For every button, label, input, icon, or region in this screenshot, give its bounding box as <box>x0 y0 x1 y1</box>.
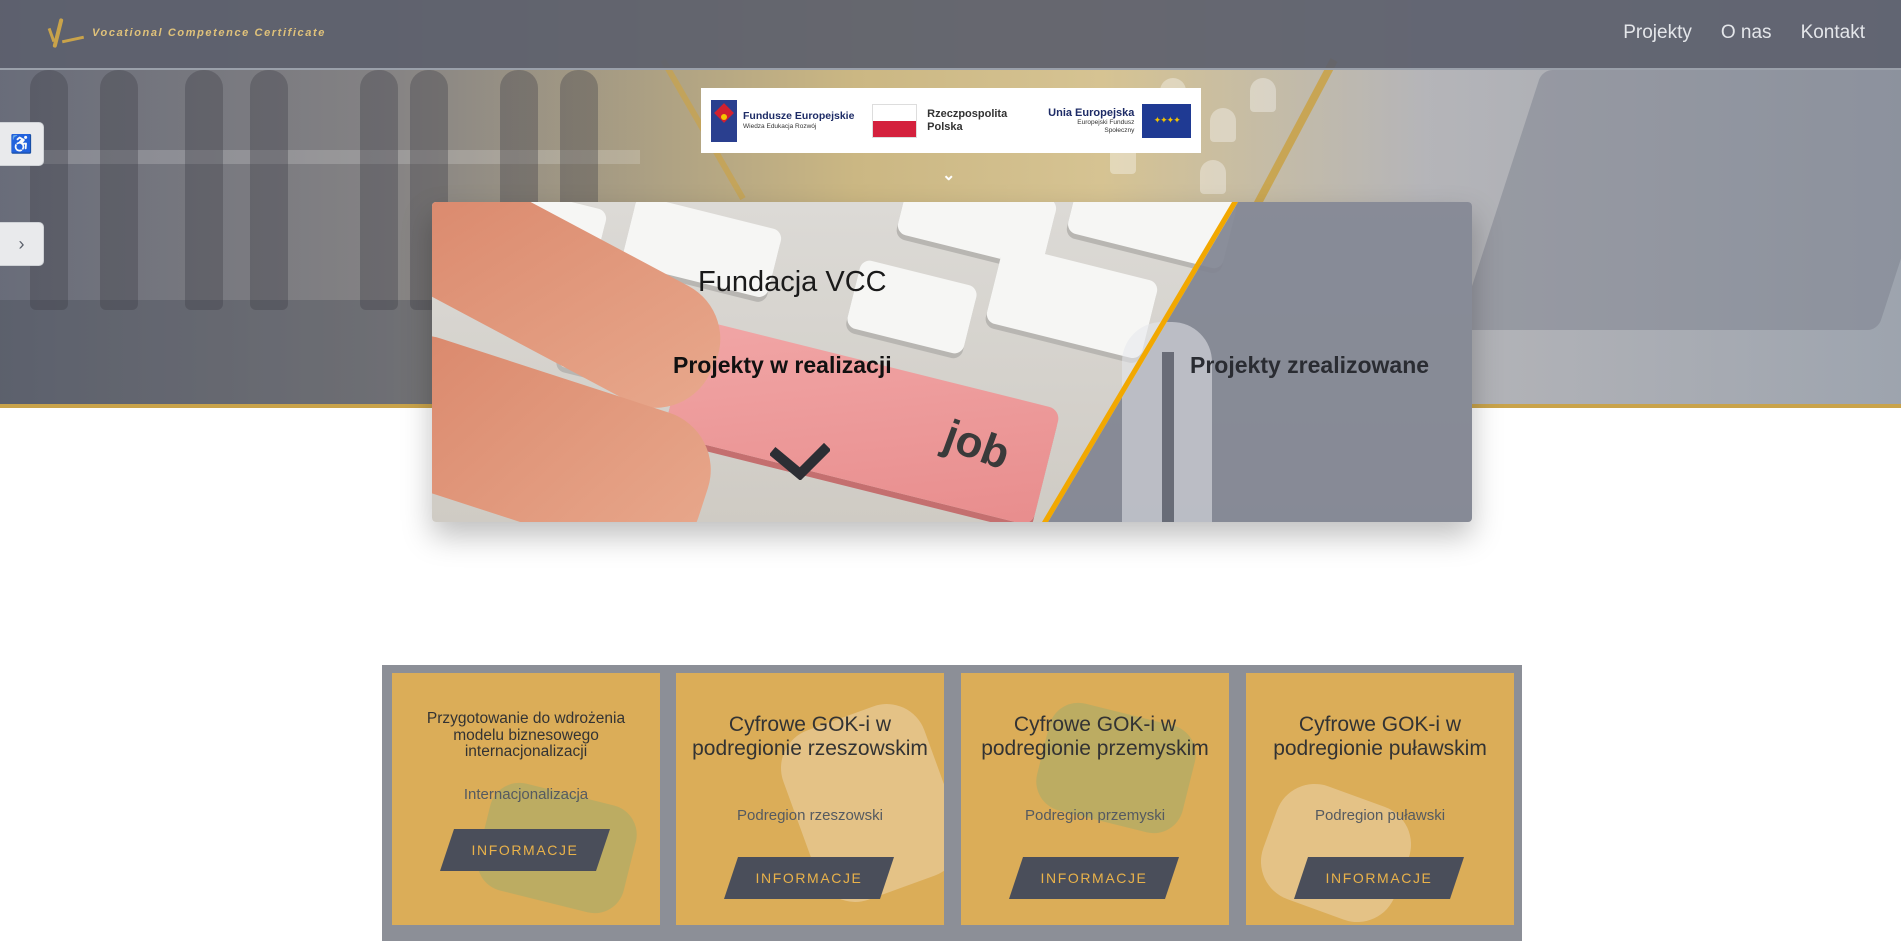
project-card-title: Cyfrowe GOK-i w podregionie rzeszowskim <box>692 713 928 760</box>
person-icon <box>1250 78 1276 112</box>
ue-subtitle: Europejski Fundusz Społeczny <box>1077 119 1135 134</box>
accessibility-button[interactable]: ♿ <box>0 122 44 166</box>
page: Vocational Competence Certificate Projek… <box>0 0 1901 941</box>
nav-item-kontakt[interactable]: Kontakt <box>1801 22 1865 44</box>
projects-in-progress-link[interactable]: Projekty w realizacji <box>673 352 892 379</box>
project-card[interactable]: Cyfrowe GOK-i w podregionie rzeszowskim … <box>676 673 944 925</box>
site-logo[interactable]: Vocational Competence Certificate <box>47 16 326 50</box>
navbar: Vocational Competence Certificate Projek… <box>0 0 1901 70</box>
presenter-tie <box>1162 352 1174 522</box>
fundusze-europejskie-logo: Fundusze Europejskie Wiedza Edukacja Roz… <box>711 99 857 142</box>
informacje-button[interactable]: INFORMACJE <box>440 829 610 871</box>
nav-item-o-nas[interactable]: O nas <box>1721 22 1772 44</box>
main-nav: Projekty O nas Kontakt <box>1623 22 1865 44</box>
polish-flag-icon <box>872 103 918 138</box>
hero-legs <box>250 70 288 310</box>
project-card-subtitle: Podregion rzeszowski <box>737 807 883 824</box>
unia-europejska-logo: Unia Europejska Europejski Fundusz Społe… <box>1048 103 1192 138</box>
job-key: job <box>663 317 1061 522</box>
informacje-button[interactable]: INFORMACJE <box>1009 857 1179 899</box>
person-icon <box>1210 108 1236 142</box>
project-card-title: Cyfrowe GOK-i w podregionie puławskim <box>1273 713 1487 760</box>
rzeczpospolita-polska-logo: Rzeczpospolita Polska <box>872 103 1038 138</box>
project-card-subtitle: Podregion przemyski <box>1024 807 1166 824</box>
project-card-subtitle: Podregion puławski <box>1314 807 1446 824</box>
project-card[interactable]: Cyfrowe GOK-i w podregionie przemyskim P… <box>961 673 1229 925</box>
hero-card: job Fundacja VCC Projekty w realizacji P… <box>432 202 1472 522</box>
card-title: Fundacja VCC <box>698 266 887 298</box>
eu-flag-icon: ✦✦✦✦ <box>1142 103 1192 138</box>
informacje-button[interactable]: INFORMACJE <box>724 857 894 899</box>
fe-subtitle: Wiedza Edukacja Rozwój <box>743 122 817 130</box>
job-key-label: job <box>937 410 1017 480</box>
projects-completed-link[interactable]: Projekty zrealizowane <box>1190 352 1429 379</box>
rp-title: Rzeczpospolita Polska <box>927 108 1008 133</box>
project-cards-row: Przygotowanie do wdrożenia modelu biznes… <box>382 665 1522 941</box>
hero-laptop <box>1457 70 1901 330</box>
checkmark-icon <box>770 442 830 480</box>
hand-chart <box>1249 772 1423 925</box>
nav-item-projekty[interactable]: Projekty <box>1623 22 1692 44</box>
project-card-title: Przygotowanie do wdrożenia modelu biznes… <box>426 710 626 761</box>
fe-title: Fundusze Europejskie <box>743 109 855 122</box>
chevron-right-icon: › <box>18 233 25 254</box>
fundusze-europejskie-icon <box>711 99 737 142</box>
project-card[interactable]: Przygotowanie do wdrożenia modelu biznes… <box>392 673 660 925</box>
project-card[interactable]: Cyfrowe GOK-i w podregionie puławskim Po… <box>1246 673 1514 925</box>
hero-legs <box>185 70 223 310</box>
logo-icon <box>47 16 85 50</box>
ue-title: Unia Europejska <box>1048 107 1135 120</box>
project-card-subtitle: Internacjonalizacja <box>463 786 589 803</box>
hero-legs <box>100 70 138 310</box>
informacje-button[interactable]: INFORMACJE <box>1294 857 1464 899</box>
slide-next-button[interactable]: › <box>0 222 44 266</box>
hero-legs <box>360 70 398 310</box>
hero-legs <box>30 70 68 310</box>
logo-text: Vocational Competence Certificate <box>92 27 326 39</box>
project-card-title: Cyfrowe GOK-i w podregionie przemyskim <box>981 713 1209 760</box>
chevron-down-icon[interactable]: ⌄ <box>942 165 955 185</box>
wheelchair-icon: ♿ <box>10 133 33 154</box>
hero-chair-row <box>0 150 640 164</box>
person-icon <box>1200 160 1226 194</box>
eu-funding-logos: Fundusze Europejskie Wiedza Edukacja Roz… <box>701 88 1201 153</box>
